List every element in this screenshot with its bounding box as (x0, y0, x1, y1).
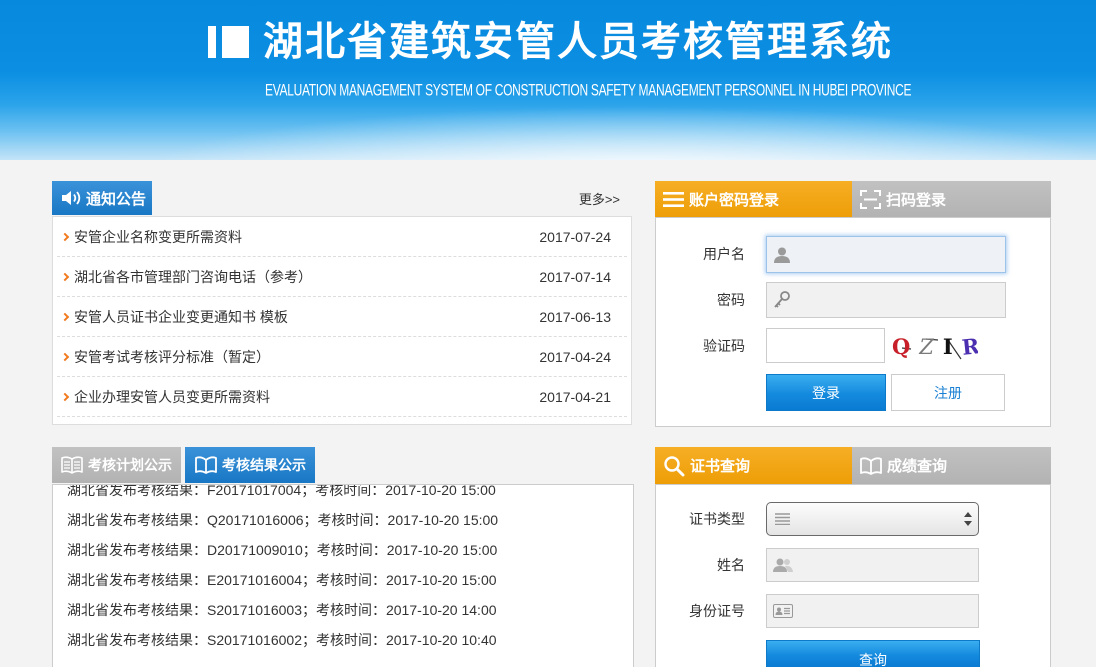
captcha-input[interactable] (767, 329, 884, 362)
speaker-icon (61, 190, 83, 206)
menu-icon (663, 191, 684, 208)
notice-list: 安管企业名称变更所需资料 2017-07-24 湖北省各市管理部门咨询电话（参考… (52, 216, 632, 425)
tab-score-query-label: 成绩查询 (887, 458, 948, 475)
captcha-field (766, 328, 885, 363)
open-book-icon (195, 456, 217, 474)
tab-notice[interactable]: 通知公告 (52, 181, 152, 215)
name-label: 姓名 (717, 557, 745, 573)
more-link[interactable]: 更多>> (579, 192, 620, 208)
up-down-arrows-icon (964, 512, 972, 526)
chevron-right-icon (60, 272, 70, 281)
results-panel: 考核计划公示 考核结果公示 湖北省发布考核结果：F20171017004；考核时… (52, 447, 634, 667)
id-number-field (766, 594, 979, 628)
result-item[interactable]: 湖北省发布考核结果：F20171017004；考核时间：2017-10-20 1… (53, 485, 633, 505)
notice-item[interactable]: 湖北省各市管理部门咨询电话（参考） 2017-07-14 (57, 257, 627, 297)
tab-certificate-query[interactable]: 证书查询 (655, 447, 852, 484)
notice-item-date: 2017-04-24 (539, 348, 611, 365)
notice-item-title[interactable]: 安管企业名称变更所需资料 (74, 227, 539, 247)
tab-scan-login-label: 扫码登录 (886, 191, 947, 209)
captcha-image[interactable]: Q Z I R (890, 333, 978, 361)
results-list: 湖北省发布考核结果：F20171017004；考核时间：2017-10-20 1… (52, 484, 634, 667)
tab-exam-results[interactable]: 考核结果公示 (185, 447, 315, 483)
login-form: 用户名 密码 验证码 Q Z I R 登录 注册 (655, 217, 1051, 427)
logo-bar (208, 26, 216, 58)
username-input[interactable] (767, 237, 1005, 272)
logo-icon (208, 26, 249, 58)
site-subtitle: EVALUATION MANAGEMENT SYSTEM OF CONSTRUC… (265, 80, 912, 100)
chevron-right-icon (60, 352, 70, 361)
logo-square (222, 26, 249, 58)
certificate-query-panel: 证书查询 成绩查询 证书类型 姓名 身份证号 查询 (655, 447, 1051, 667)
password-field (766, 282, 1006, 318)
site-header: 湖北省建筑安管人员考核管理系统 EVALUATION MANAGEMENT SY… (0, 0, 1096, 160)
tab-password-login[interactable]: 账户密码登录 (655, 181, 852, 217)
chevron-right-icon (60, 392, 70, 401)
login-button[interactable]: 登录 (766, 374, 886, 411)
site-title: 湖北省建筑安管人员考核管理系统 (263, 20, 893, 64)
chevron-right-icon (60, 312, 70, 321)
notice-panel: 通知公告 更多>> 安管企业名称变更所需资料 2017-07-24 湖北省各市管… (52, 181, 632, 425)
captcha-label: 验证码 (703, 338, 745, 354)
tab-certificate-query-label: 证书查询 (690, 458, 751, 475)
result-item[interactable]: 湖北省发布考核结果：Q20171016006；考核时间：2017-10-20 1… (53, 505, 633, 535)
search-icon (663, 455, 685, 477)
notice-item[interactable]: 安管人员证书企业变更通知书 模板 2017-06-13 (57, 297, 627, 337)
notice-item-date: 2017-07-24 (539, 228, 611, 245)
captcha-char: Z (919, 335, 934, 359)
login-panel: 账户密码登录 扫码登录 用户名 密码 验证码 Q Z I R 登录 注册 (655, 181, 1051, 427)
notice-item-title[interactable]: 安管人员证书企业变更通知书 模板 (74, 307, 539, 327)
name-field (766, 548, 979, 582)
tab-score-query[interactable]: 成绩查询 (852, 447, 1051, 484)
captcha-char: Q (892, 334, 911, 359)
notice-item-title[interactable]: 湖北省各市管理部门咨询电话（参考） (74, 267, 539, 287)
certificate-query-form: 证书类型 姓名 身份证号 查询 (655, 484, 1051, 667)
list-icon (775, 513, 790, 525)
chevron-right-icon (60, 232, 70, 241)
id-number-label: 身份证号 (689, 603, 745, 619)
password-input[interactable] (767, 283, 1005, 317)
register-button[interactable]: 注册 (891, 374, 1005, 411)
notice-item[interactable]: 安管企业名称变更所需资料 2017-07-24 (57, 217, 627, 257)
tab-exam-plan[interactable]: 考核计划公示 (52, 447, 181, 483)
result-item[interactable]: 湖北省发布考核结果：S20171016003；考核时间：2017-10-20 1… (53, 595, 633, 625)
results-scroll-area[interactable]: 湖北省发布考核结果：F20171017004；考核时间：2017-10-20 1… (53, 485, 633, 655)
notice-item-date: 2017-04-21 (539, 388, 611, 405)
tab-exam-results-label: 考核结果公示 (222, 457, 306, 473)
password-label: 密码 (717, 292, 745, 308)
cert-type-label: 证书类型 (689, 511, 745, 527)
username-field (766, 236, 1006, 273)
captcha-char: I (942, 334, 953, 359)
name-input[interactable] (767, 549, 978, 581)
captcha-char: R (960, 333, 978, 360)
notice-item-date: 2017-06-13 (539, 308, 611, 325)
open-book-icon (860, 456, 882, 475)
tab-scan-login[interactable]: 扫码登录 (852, 181, 1051, 217)
scan-icon (860, 189, 881, 209)
tab-exam-plan-label: 考核计划公示 (88, 457, 172, 473)
username-label: 用户名 (703, 246, 745, 262)
result-item[interactable]: 湖北省发布考核结果：D20171009010；考核时间：2017-10-20 1… (53, 535, 633, 565)
notice-item[interactable]: 企业办理安管人员变更所需资料 2017-04-21 (57, 377, 627, 417)
result-item[interactable]: 湖北省发布考核结果：S20171016002；考核时间：2017-10-20 1… (53, 625, 633, 655)
notice-item-title[interactable]: 企业办理安管人员变更所需资料 (74, 387, 539, 407)
notice-item[interactable]: 安管考试考核评分标准（暂定） 2017-04-24 (57, 337, 627, 377)
book-icon (61, 456, 83, 474)
notice-item-title[interactable]: 安管考试考核评分标准（暂定） (74, 347, 539, 367)
tab-password-login-label: 账户密码登录 (689, 191, 780, 209)
query-button[interactable]: 查询 (766, 640, 980, 667)
notice-item-date: 2017-07-14 (539, 268, 611, 285)
cert-type-select[interactable] (766, 502, 979, 536)
id-number-input[interactable] (767, 595, 978, 627)
result-item[interactable]: 湖北省发布考核结果：E20171016004；考核时间：2017-10-20 1… (53, 565, 633, 595)
tab-notice-label: 通知公告 (86, 190, 147, 208)
